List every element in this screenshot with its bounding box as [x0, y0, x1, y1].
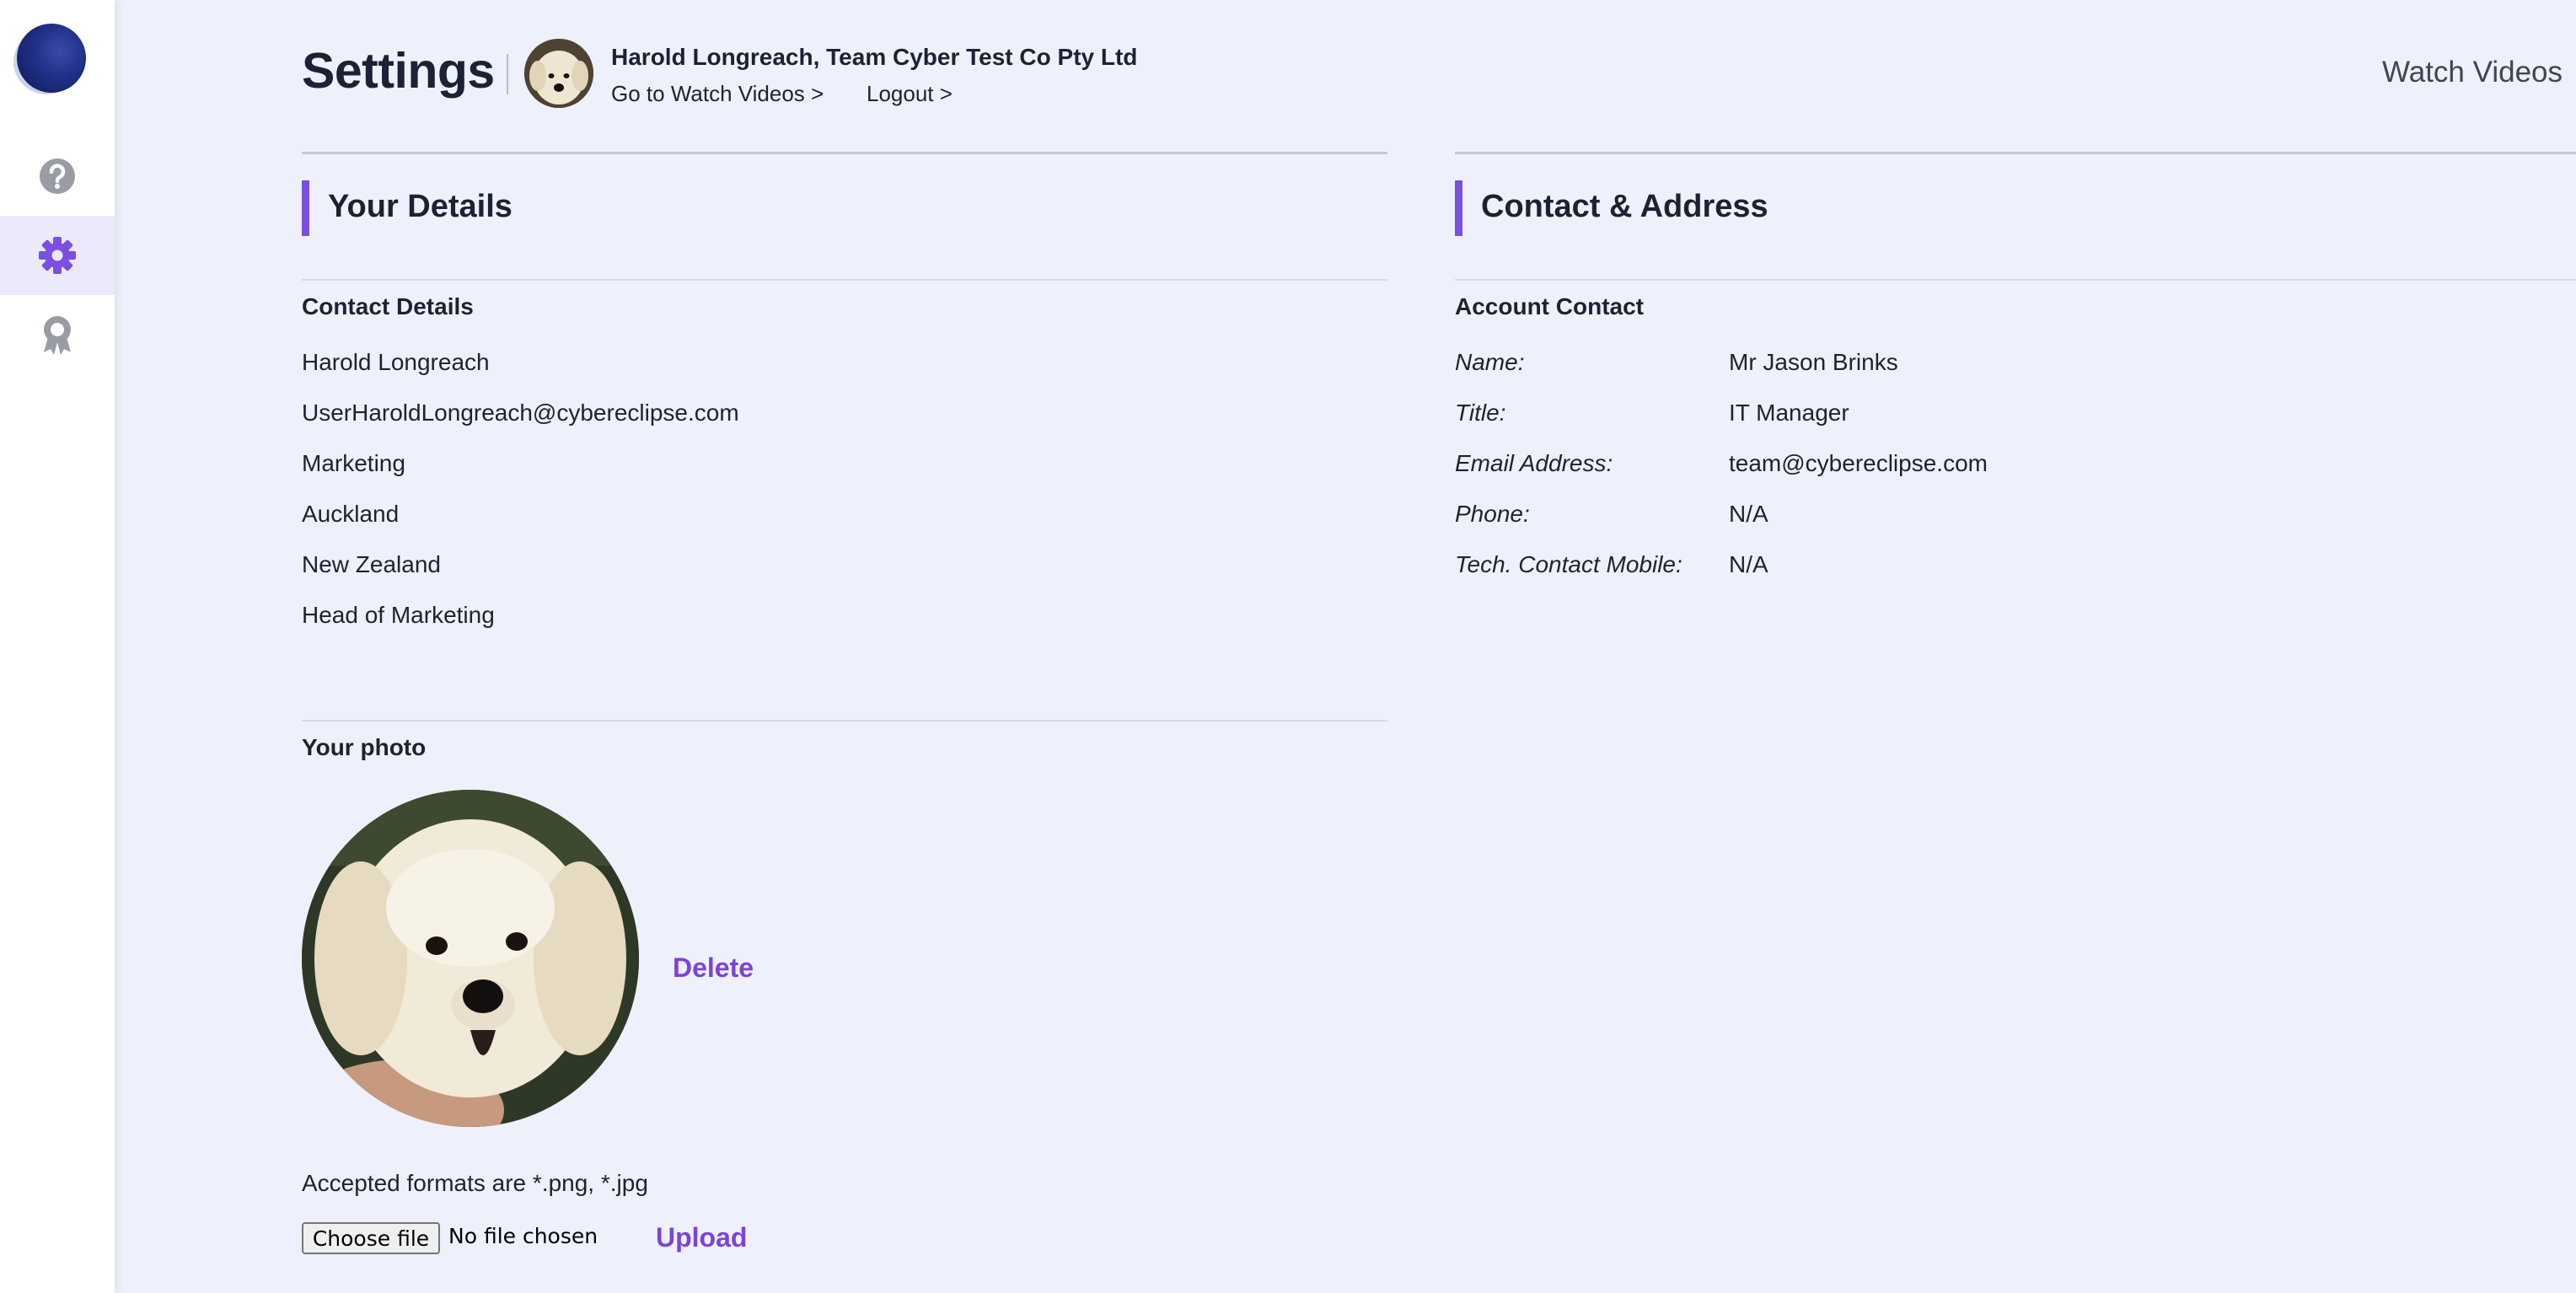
accepted-formats-note: Accepted formats are *.png, *.jpg — [302, 1170, 648, 1196]
detail-email: UserHaroldLongreach@cybereclipse.com — [302, 400, 739, 426]
contact-label-title: Title: — [1455, 400, 1506, 426]
divider — [302, 279, 1387, 281]
settings-nav-item[interactable] — [0, 216, 115, 295]
awards-nav-item[interactable] — [0, 295, 115, 374]
contact-label-phone: Phone: — [1455, 501, 1530, 527]
contact-value-title: IT Manager — [1729, 400, 1849, 426]
choose-file-button[interactable]: Choose file — [302, 1222, 440, 1254]
gear-icon — [38, 236, 77, 275]
delete-photo-button[interactable]: Delete — [673, 952, 754, 984]
divider — [302, 720, 1387, 722]
detail-job-title: Head of Marketing — [302, 602, 495, 628]
upload-button[interactable]: Upload — [656, 1222, 747, 1253]
help-icon — [38, 157, 77, 196]
page-title: Settings — [302, 43, 495, 99]
avatar[interactable] — [524, 39, 593, 108]
title-divider — [507, 54, 508, 94]
your-photo-heading: Your photo — [302, 734, 427, 760]
divider — [1455, 279, 2576, 281]
logout-link[interactable]: Logout > — [867, 81, 953, 107]
detail-country: New Zealand — [302, 551, 441, 577]
account-contact-heading: Account Contact — [1455, 293, 1644, 319]
contact-details-heading: Contact Details — [302, 293, 474, 319]
detail-city: Auckland — [302, 501, 400, 527]
contact-value-email: team@cybereclipse.com — [1729, 450, 1988, 476]
help-nav-item[interactable] — [0, 137, 115, 216]
user-name-line: Harold Longreach, Team Cyber Test Co Pty… — [611, 44, 1138, 70]
contact-label-name: Name: — [1455, 349, 1525, 375]
contact-label-email: Email Address: — [1455, 450, 1613, 476]
go-to-watch-videos-link[interactable]: Go to Watch Videos > — [611, 81, 824, 107]
award-icon — [38, 314, 77, 356]
profile-photo — [302, 790, 639, 1127]
contact-value-phone: N/A — [1729, 501, 1768, 527]
accent-bar — [302, 180, 309, 236]
detail-department: Marketing — [302, 450, 405, 476]
contact-address-title: Contact & Address — [1481, 189, 1768, 224]
contact-label-mobile: Tech. Contact Mobile: — [1455, 551, 1682, 577]
sidebar — [0, 0, 115, 1293]
contact-value-name: Mr Jason Brinks — [1729, 349, 1898, 375]
detail-name: Harold Longreach — [302, 349, 490, 375]
watch-videos-link[interactable]: Watch Videos — [2382, 56, 2563, 89]
file-status: No file chosen — [448, 1224, 598, 1248]
globe-logo[interactable] — [17, 24, 86, 93]
contact-value-mobile: N/A — [1729, 551, 1768, 577]
accent-bar — [1455, 180, 1462, 236]
section-rule — [1455, 152, 2576, 154]
section-rule — [302, 152, 1387, 154]
your-details-title: Your Details — [328, 189, 513, 224]
